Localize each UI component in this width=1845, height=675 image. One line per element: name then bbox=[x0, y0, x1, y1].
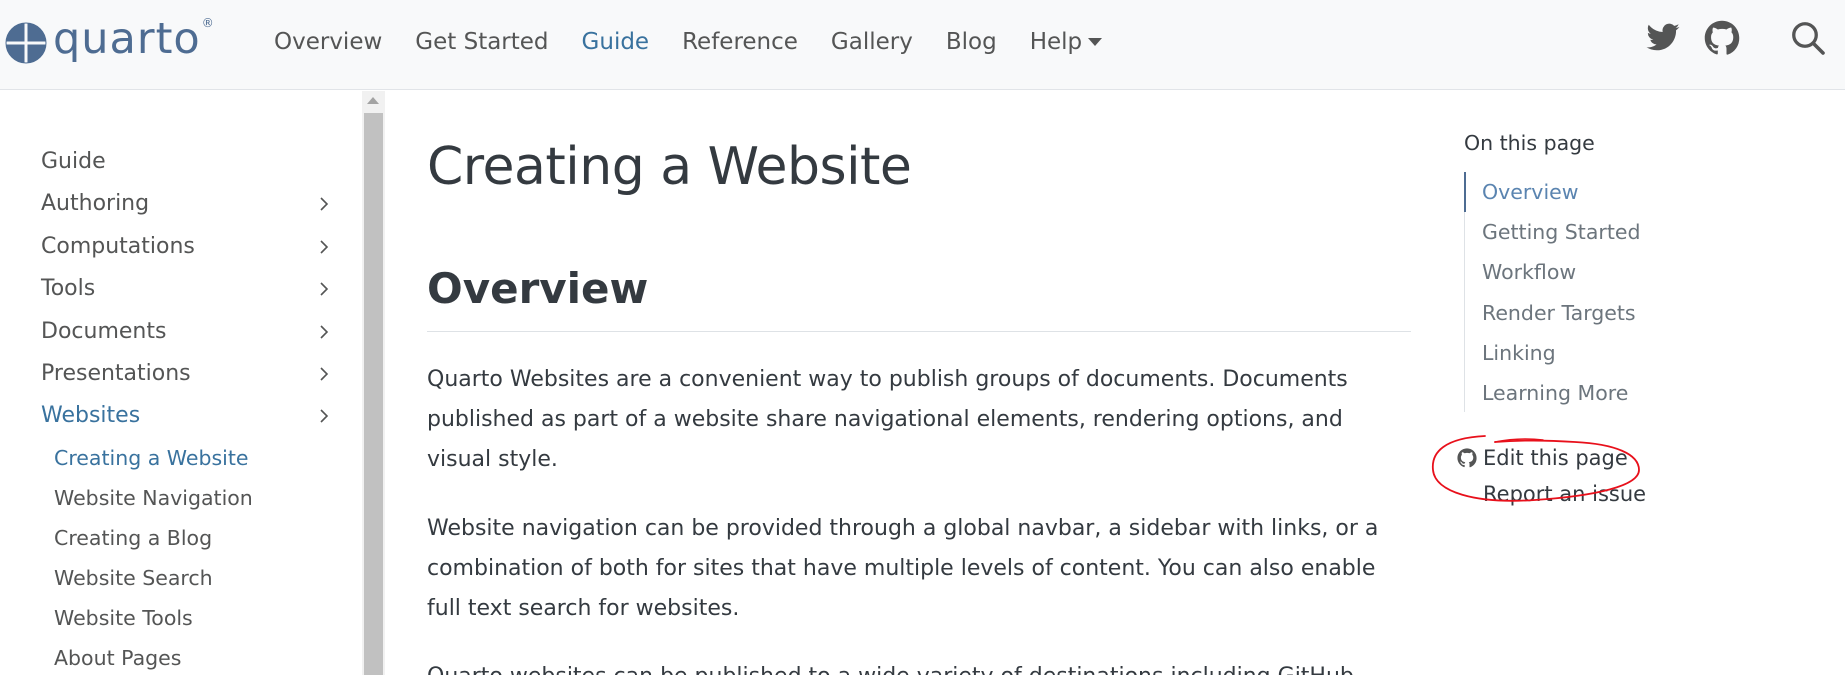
toc-list: Overview Getting Started Workflow Render… bbox=[1464, 172, 1724, 412]
toc-item-learning-more[interactable]: Learning More bbox=[1482, 373, 1628, 413]
chevron-right-icon[interactable] bbox=[317, 325, 331, 339]
nav-link-guide[interactable]: Guide bbox=[582, 24, 650, 60]
sidebar-item-label: Presentations bbox=[41, 361, 191, 386]
scrollbar-thumb[interactable] bbox=[364, 113, 383, 675]
toc-item-linking[interactable]: Linking bbox=[1482, 333, 1556, 373]
brand-name: quarto bbox=[53, 13, 201, 64]
section-heading-overview: Overview bbox=[427, 264, 649, 313]
sidebar-subitem-creating-a-blog[interactable]: Creating a Blog bbox=[54, 520, 212, 556]
chevron-right-icon[interactable] bbox=[317, 197, 331, 211]
sidebar-subitem-about-pages[interactable]: About Pages bbox=[54, 640, 181, 675]
nav-link-get-started[interactable]: Get Started bbox=[415, 24, 548, 60]
scroll-up-arrow-icon[interactable] bbox=[367, 97, 379, 104]
toc-item-overview[interactable]: Overview bbox=[1482, 172, 1579, 212]
toc-item-getting-started[interactable]: Getting Started bbox=[1482, 212, 1641, 252]
edit-this-page-label: Edit this page bbox=[1483, 446, 1628, 470]
sidebar-subitem-website-navigation[interactable]: Website Navigation bbox=[54, 480, 253, 516]
toc-active-indicator bbox=[1464, 172, 1466, 212]
paragraph: Quarto Websites are a convenient way to … bbox=[427, 367, 1348, 472]
sidebar-item-presentations[interactable]: Presentations bbox=[41, 354, 341, 394]
nav-link-overview[interactable]: Overview bbox=[274, 24, 382, 60]
caret-down-icon bbox=[1088, 38, 1103, 46]
nav-link-help-label: Help bbox=[1029, 29, 1083, 55]
brand-registered-mark: ® bbox=[201, 16, 214, 30]
nav-link-help-dropdown[interactable]: Help bbox=[1029, 24, 1103, 60]
github-icon bbox=[1457, 448, 1477, 468]
toc-title: On this page bbox=[1464, 131, 1595, 155]
sidebar-item-tools[interactable]: Tools bbox=[41, 269, 341, 309]
sidebar-item-documents[interactable]: Documents bbox=[41, 312, 341, 352]
nav-links: Overview Get Started Guide Reference Gal… bbox=[274, 24, 1135, 60]
sidebar-subitem-creating-a-website[interactable]: Creating a Website bbox=[54, 440, 249, 476]
chevron-right-icon[interactable] bbox=[317, 367, 331, 381]
chevron-right-icon[interactable] bbox=[317, 282, 331, 296]
report-an-issue-link[interactable]: Report an issue bbox=[1483, 482, 1646, 506]
quarto-logo-icon bbox=[5, 22, 47, 64]
sidebar-subitem-website-tools[interactable]: Website Tools bbox=[54, 600, 193, 636]
nav-link-gallery[interactable]: Gallery bbox=[831, 24, 913, 60]
sidebar: Guide Authoring Computations Tools Docum… bbox=[0, 91, 362, 675]
toc-item-workflow[interactable]: Workflow bbox=[1482, 252, 1576, 292]
sidebar-scrollbar[interactable] bbox=[362, 91, 385, 675]
edit-this-page-link[interactable]: Edit this page bbox=[1457, 446, 1628, 470]
brand-logo-link[interactable]: quarto ® bbox=[5, 13, 214, 68]
chevron-right-icon[interactable] bbox=[317, 240, 331, 254]
twitter-icon[interactable] bbox=[1645, 20, 1681, 56]
top-navbar: quarto ® Overview Get Started Guide Refe… bbox=[0, 0, 1845, 90]
sidebar-item-label: Documents bbox=[41, 319, 167, 344]
paragraph: Quarto websites can be published to a wi… bbox=[427, 657, 1412, 675]
sidebar-item-label: Computations bbox=[41, 234, 195, 259]
sidebar-item-authoring[interactable]: Authoring bbox=[41, 184, 341, 224]
table-of-contents: On this page Overview Getting Started Wo… bbox=[1457, 91, 1824, 675]
sidebar-item-guide[interactable]: Guide bbox=[41, 142, 341, 182]
sidebar-item-computations[interactable]: Computations bbox=[41, 227, 341, 267]
section-divider bbox=[427, 331, 1411, 332]
paragraph: Website navigation can be provided throu… bbox=[427, 516, 1379, 621]
toc-item-render-targets[interactable]: Render Targets bbox=[1482, 293, 1636, 333]
github-icon[interactable] bbox=[1704, 20, 1740, 56]
sidebar-item-label: Websites bbox=[41, 403, 141, 428]
sidebar-item-websites[interactable]: Websites bbox=[41, 396, 341, 436]
report-an-issue-label: Report an issue bbox=[1483, 482, 1647, 506]
nav-link-blog[interactable]: Blog bbox=[946, 24, 997, 60]
sidebar-item-label: Authoring bbox=[41, 191, 150, 216]
sidebar-subitem-website-search[interactable]: Website Search bbox=[54, 560, 213, 596]
main-content: Creating a Website Overview Quarto Websi… bbox=[427, 91, 1412, 675]
sidebar-item-label: Tools bbox=[41, 276, 96, 301]
nav-link-reference[interactable]: Reference bbox=[682, 24, 798, 60]
chevron-right-icon[interactable] bbox=[317, 409, 331, 423]
search-icon[interactable] bbox=[1790, 20, 1826, 56]
page-title: Creating a Website bbox=[427, 137, 912, 197]
sidebar-item-label: Guide bbox=[41, 149, 106, 174]
